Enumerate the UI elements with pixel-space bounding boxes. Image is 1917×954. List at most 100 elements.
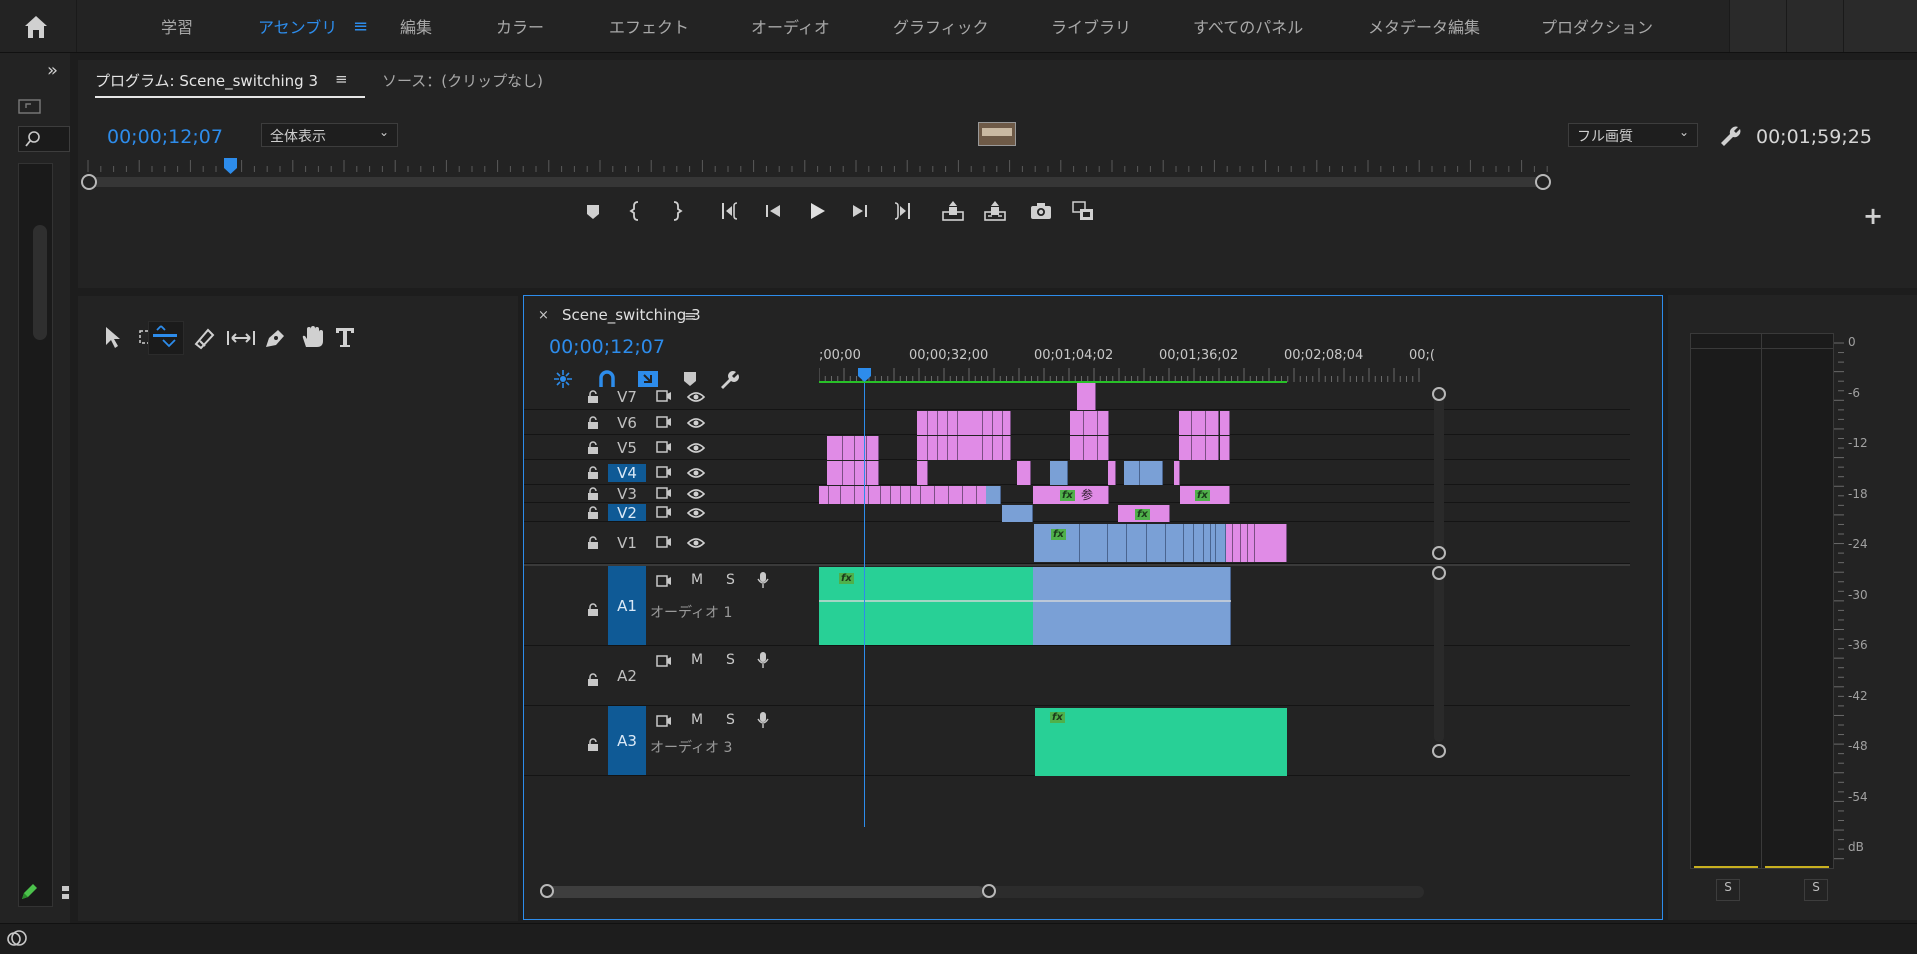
sync-lock-icon[interactable] [656,654,672,668]
clip-v5[interactable] [855,436,867,460]
clip-v3[interactable] [881,486,891,504]
sync-lock-icon[interactable] [656,415,672,429]
clip-v5[interactable] [948,436,958,460]
step-back-button[interactable] [761,198,787,224]
clip-v5[interactable] [928,436,938,460]
program-playhead[interactable] [223,158,237,174]
vertical-scrollbar[interactable] [33,225,47,340]
clip-v6[interactable] [1206,411,1219,435]
razor-tool-icon[interactable] [191,326,217,350]
program-time-ruler[interactable] [78,156,1917,176]
clip-v4-alt[interactable] [1050,461,1068,485]
clip-v5[interactable] [827,436,843,460]
mark-out-button[interactable] [663,198,689,224]
clip-v1[interactable] [1241,524,1248,562]
pen-tool-icon[interactable] [263,326,289,350]
clip-v3[interactable] [829,486,841,504]
clip-v4[interactable] [827,461,843,485]
lock-icon[interactable] [587,389,599,404]
clip-v5[interactable] [843,436,855,460]
clip-v1[interactable] [1233,524,1241,562]
clip-v4[interactable] [917,461,928,485]
sync-lock-icon[interactable] [656,574,672,588]
lock-icon[interactable] [587,673,599,687]
quality-dropdown[interactable]: フル画質 ⌄ [1568,123,1698,147]
workspace-tab-all-panels[interactable]: すべてのパネル [1193,14,1303,38]
clip-a3[interactable] [1035,708,1287,776]
clip-v5[interactable] [938,436,948,460]
clip-v6[interactable] [938,411,948,435]
sync-lock-icon[interactable] [656,465,672,479]
list-view-icon[interactable] [62,886,70,900]
folder-up-icon[interactable] [18,97,42,115]
clip-v1[interactable] [1204,524,1211,562]
eye-icon[interactable] [687,391,705,403]
clip-v7[interactable] [1077,383,1096,410]
mute-button[interactable]: M [691,572,703,588]
h-scroll-handle-right[interactable] [982,884,996,898]
eye-icon[interactable] [687,537,705,549]
clip-v3[interactable] [935,486,949,504]
workspace-tab-effects[interactable]: エフェクト [609,14,689,38]
video-vertical-scrollbar[interactable] [1434,388,1444,552]
microphone-icon[interactable] [757,711,769,729]
clip-v1[interactable] [1108,524,1127,562]
clip-v5[interactable] [1070,436,1084,460]
track-name[interactable]: A2 [608,646,646,706]
video-scroll-handle-bottom[interactable] [1432,546,1446,560]
hand-tool-icon[interactable] [299,324,325,350]
workspace-menu-icon[interactable]: ≡ [353,16,368,37]
clip-v3[interactable] [841,486,855,504]
clip-v5[interactable] [958,436,983,460]
video-scroll-handle-top[interactable] [1432,387,1446,401]
mute-button[interactable]: M [691,652,703,668]
workspace-tab-assembly[interactable]: アセンブリ [258,14,337,38]
track-name[interactable]: A1 [608,566,646,646]
creative-cloud-icon[interactable] [6,928,28,948]
workspace-tab-color[interactable]: カラー [496,14,544,38]
sync-lock-icon[interactable] [656,486,672,500]
program-timecode[interactable]: 00;00;12;07 [107,126,223,148]
add-button-icon[interactable]: + [1863,202,1883,230]
clip-v1[interactable] [1216,524,1226,562]
clip-v6[interactable] [958,411,983,435]
clip-v3[interactable] [819,486,829,504]
workspace-tab-graphics[interactable]: グラフィック [893,14,989,38]
ripple-edit-tool-active[interactable] [148,321,184,355]
zoom-dropdown[interactable]: 全体表示 ⌄ [261,123,398,147]
go-to-in-button[interactable] [718,198,744,224]
eye-icon[interactable] [687,442,705,454]
zoom-handle-right[interactable] [1535,174,1551,190]
audio-scroll-handle-top[interactable] [1432,566,1446,580]
track-name[interactable]: V5 [608,439,646,457]
add-marker-button[interactable] [580,198,606,224]
lock-icon[interactable] [587,440,599,455]
clip-v1[interactable] [1226,524,1233,562]
clip-v4[interactable] [1108,461,1116,485]
clip-v5[interactable] [1098,436,1109,460]
program-menu-icon[interactable]: ≡ [335,70,348,88]
clip-v6[interactable] [1179,411,1192,435]
track-name[interactable]: A3 [608,706,646,776]
h-scroll-handle-left[interactable] [540,884,554,898]
clip-v2[interactable] [1002,505,1033,522]
timeline-horizontal-thumb[interactable] [544,886,984,898]
clip-v1[interactable] [1255,524,1287,562]
clip-v1[interactable] [1184,524,1194,562]
audio-scroll-handle-bottom[interactable] [1432,744,1446,758]
clip-v6[interactable] [993,411,1003,435]
selection-tool-icon[interactable] [103,326,123,350]
eye-icon[interactable] [687,507,705,519]
clip-v3[interactable] [869,486,881,504]
clip-v3[interactable] [891,486,901,504]
clip-v3[interactable] [921,486,935,504]
clip-v6[interactable] [1220,411,1230,435]
lift-button[interactable] [940,198,966,224]
clip-v1[interactable] [1248,524,1255,562]
clip-v5[interactable] [1179,436,1192,460]
clip-v4[interactable] [1017,461,1031,485]
comparison-view-button[interactable] [1070,198,1096,224]
play-button[interactable] [804,198,830,224]
clip-v1[interactable] [1147,524,1166,562]
clip-v6[interactable] [1084,411,1098,435]
